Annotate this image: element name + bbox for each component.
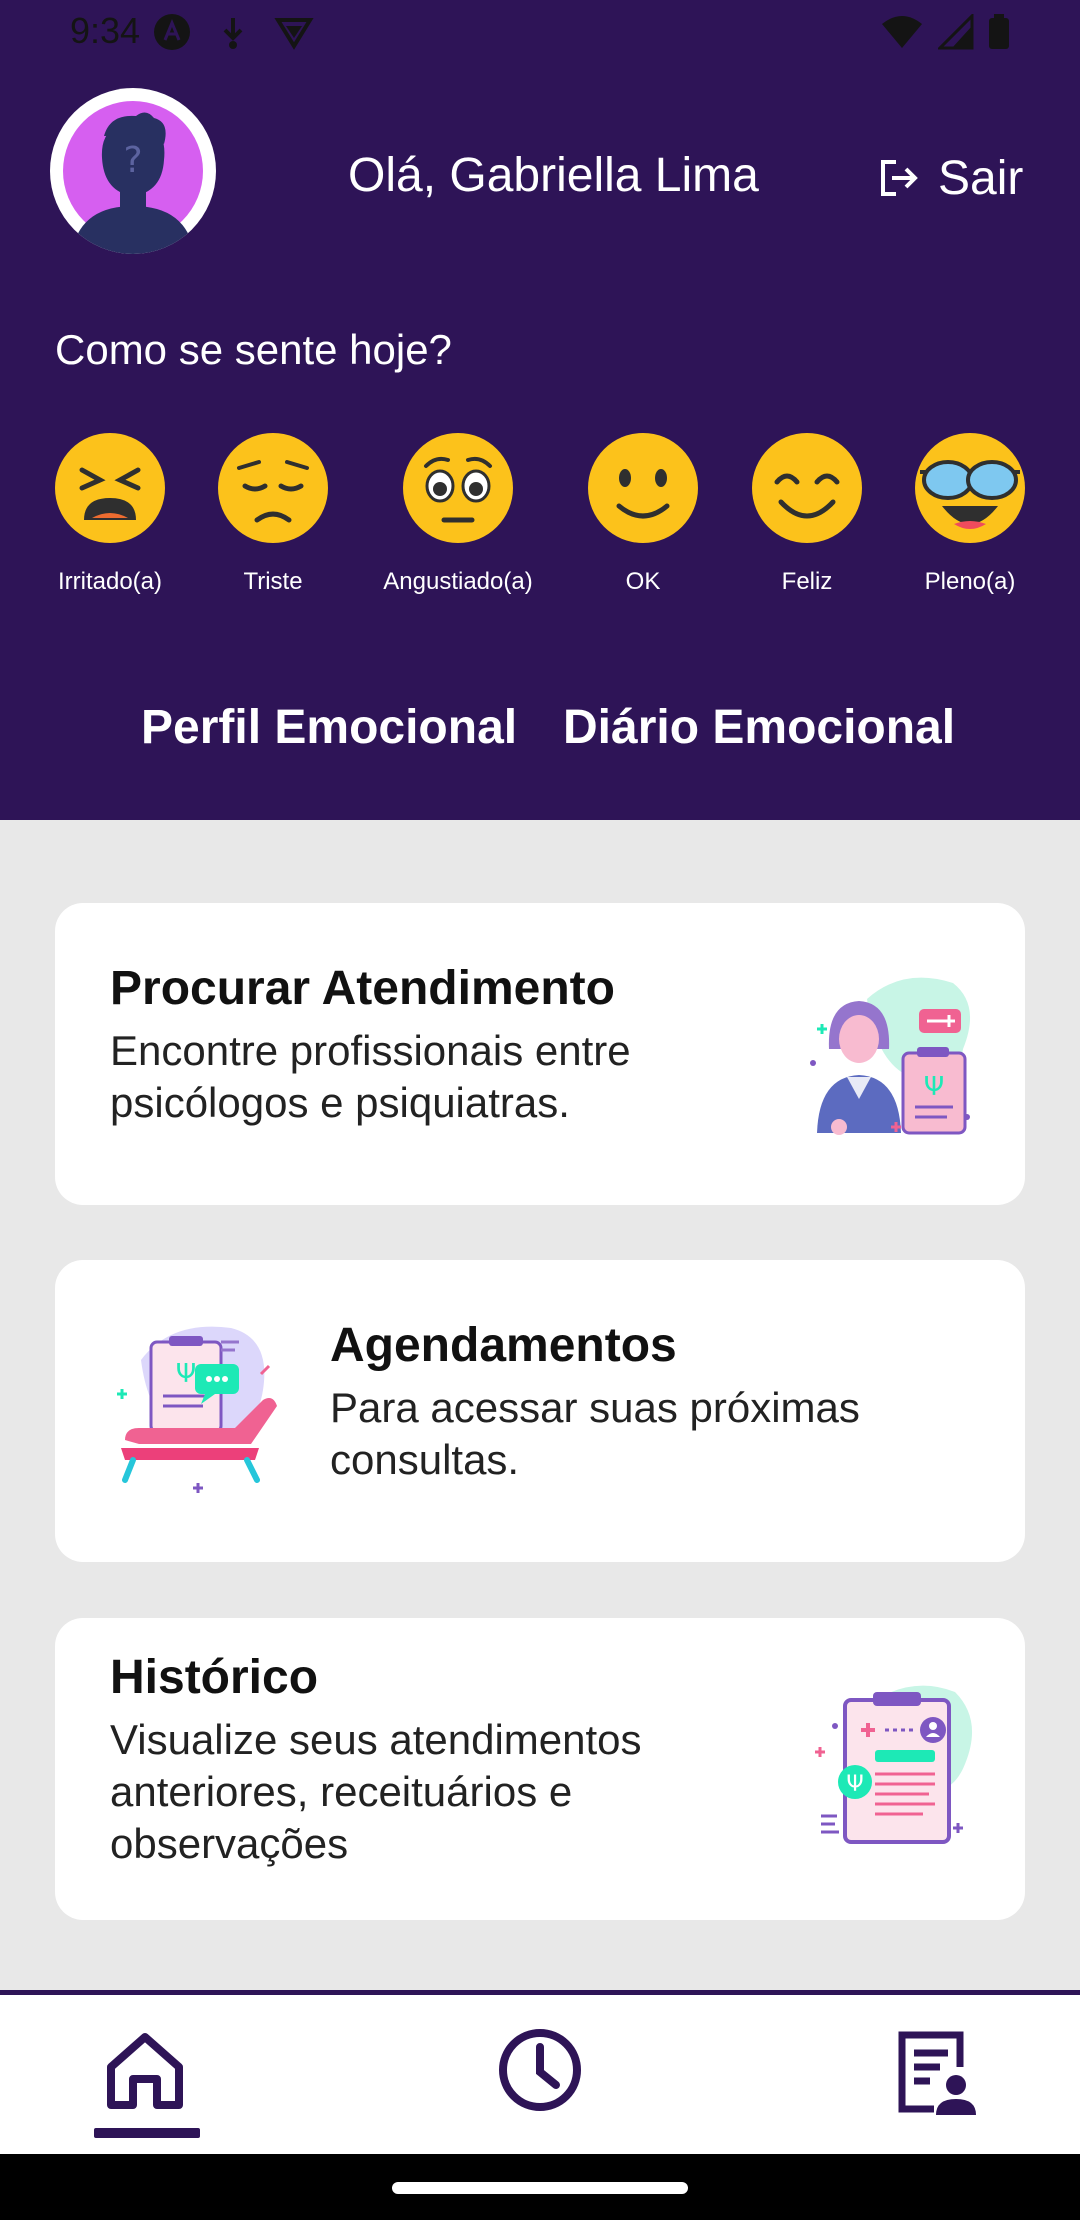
logout-icon bbox=[881, 160, 918, 196]
records-icon bbox=[898, 2031, 976, 2115]
card-agendamentos[interactable]: Ψ Agendamentos Para acessar suas próxima… bbox=[55, 1260, 1025, 1562]
mood-label: OK bbox=[625, 568, 661, 595]
mood-option-irritado[interactable]: Irritado(a) bbox=[20, 432, 200, 596]
card-description: Encontre profissionais entre psicólogos … bbox=[110, 1027, 631, 1126]
card-title: Agendamentos bbox=[330, 1319, 677, 1372]
battery-icon bbox=[989, 14, 1009, 49]
svg-text:Ψ: Ψ bbox=[176, 1359, 196, 1389]
mood-option-ok[interactable]: OK bbox=[553, 432, 733, 596]
mood-option-feliz[interactable]: Feliz bbox=[717, 432, 897, 596]
nav-home[interactable] bbox=[45, 1995, 245, 2159]
mood-option-angustiado[interactable]: Angustiado(a) bbox=[368, 432, 548, 596]
card-procurar-atendimento[interactable]: Procurar Atendimento Encontre profission… bbox=[55, 903, 1025, 1205]
nav-records[interactable] bbox=[835, 1995, 1035, 2159]
angry-face-icon bbox=[55, 433, 165, 543]
tab-perfil-emocional[interactable]: Perfil Emocional bbox=[141, 700, 517, 755]
cool-face-icon bbox=[915, 433, 1025, 543]
card-title: Histórico bbox=[110, 1651, 319, 1704]
system-icons bbox=[880, 12, 1010, 52]
mood-label: Irritado(a) bbox=[57, 568, 163, 595]
mood-label: Triste bbox=[243, 568, 303, 595]
status-time: 9:34 bbox=[70, 10, 141, 51]
logout-label: Sair bbox=[938, 151, 1024, 205]
bottom-navigation bbox=[0, 1990, 1080, 2159]
greeting-text: Olá, Gabriella Lima bbox=[348, 149, 759, 202]
doctor-illustration-icon: Ψ bbox=[810, 977, 971, 1135]
svg-text:Ψ: Ψ bbox=[924, 1072, 944, 1102]
sad-face-icon bbox=[218, 433, 328, 543]
header: 9:34 ? Olá, Gabriella Lima Sair Como se … bbox=[0, 0, 1080, 820]
card-description: Para acessar suas próximas consultas. bbox=[330, 1384, 860, 1483]
mood-question: Como se sente hoje? bbox=[55, 326, 452, 373]
notification-icons bbox=[152, 12, 314, 52]
status-bar: 9:34 bbox=[0, 0, 1080, 64]
card-description: Visualize seus atendimentos anteriores, … bbox=[110, 1716, 642, 1867]
appointments-illustration-icon: Ψ bbox=[117, 1326, 277, 1493]
mood-label: Pleno(a) bbox=[924, 568, 1016, 595]
download-icon bbox=[223, 18, 243, 49]
mood-label: Angustiado(a) bbox=[383, 568, 533, 595]
anxious-face-icon bbox=[403, 433, 513, 543]
svg-text:?: ? bbox=[123, 140, 142, 181]
clock-icon bbox=[499, 2029, 581, 2111]
tab-diario-emocional[interactable]: Diário Emocional bbox=[563, 700, 955, 755]
avatar[interactable]: ? bbox=[50, 88, 216, 254]
home-icon bbox=[107, 2033, 183, 2109]
user-placeholder-icon: ? bbox=[63, 101, 203, 254]
mood-option-triste[interactable]: Triste bbox=[183, 432, 363, 596]
vpn-icon bbox=[274, 18, 314, 50]
card-historico[interactable]: Histórico Visualize seus atendimentos an… bbox=[55, 1618, 1025, 1920]
signal-icon bbox=[938, 14, 974, 50]
system-gesture-bar bbox=[0, 2154, 1080, 2220]
mood-option-pleno[interactable]: Pleno(a) bbox=[880, 432, 1060, 596]
nav-history[interactable] bbox=[440, 1995, 640, 2159]
svg-text:Ψ: Ψ bbox=[846, 1772, 863, 1797]
home-gesture-handle[interactable] bbox=[392, 2182, 688, 2194]
happy-face-icon bbox=[752, 433, 862, 543]
card-title: Procurar Atendimento bbox=[110, 962, 615, 1015]
wifi-icon bbox=[882, 16, 922, 48]
slight-smile-face-icon bbox=[588, 433, 698, 543]
logout-button[interactable]: Sair bbox=[878, 148, 1023, 208]
history-records-illustration-icon: Ψ bbox=[815, 1685, 973, 1844]
mood-label: Feliz bbox=[781, 568, 833, 595]
app-notification-icon bbox=[154, 14, 190, 50]
active-tab-indicator bbox=[94, 2128, 200, 2138]
